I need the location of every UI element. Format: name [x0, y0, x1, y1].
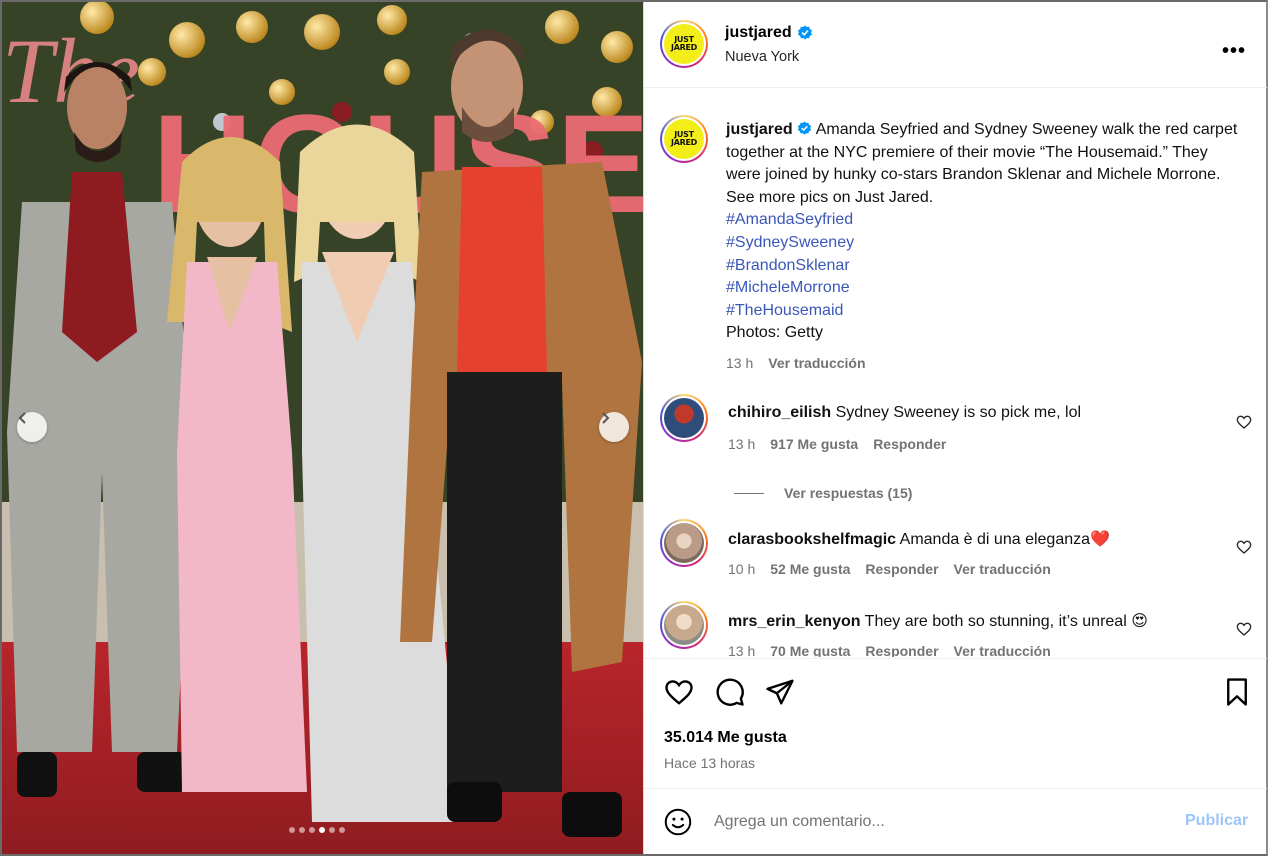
commenter-avatar[interactable] [660, 394, 708, 442]
view-replies-button[interactable]: Ver respuestas (15) [734, 485, 912, 501]
save-bookmark-icon[interactable] [1222, 677, 1252, 707]
comment-meta: 13 h 917 Me gusta Responder [728, 436, 946, 452]
post-photo[interactable]: The HOUSE [2, 2, 643, 854]
justjared-logo: JUST JARED [664, 119, 704, 159]
slide-dot [299, 827, 305, 833]
comment-time[interactable]: 13 h [728, 436, 755, 452]
like-comment-heart-icon[interactable] [1236, 414, 1252, 430]
photo-illustration: The HOUSE [2, 2, 643, 854]
post-location[interactable]: Nueva York [725, 49, 799, 65]
comment-meta: 10 h 52 Me gusta Responder Ver traducció… [728, 561, 1051, 577]
comment-likes[interactable]: 917 Me gusta [770, 436, 858, 452]
previous-slide-button[interactable] [17, 412, 47, 442]
post-header: JUST JARED justjared Nueva York ••• [644, 2, 1267, 88]
author-username[interactable]: justjared [725, 24, 792, 42]
slide-dot [329, 827, 335, 833]
justjared-logo: JUST JARED [664, 24, 704, 64]
divider-line [734, 492, 764, 494]
chevron-left-icon [18, 412, 26, 424]
commenter-username[interactable]: mrs_erin_kenyon [728, 613, 861, 630]
author-avatar[interactable]: JUST JARED [660, 20, 708, 68]
next-slide-button[interactable] [599, 412, 629, 442]
translate-button[interactable]: Ver traducción [954, 561, 1051, 577]
hashtag-link[interactable]: #SydneySweeney [726, 232, 1246, 255]
author-username-row[interactable]: justjared [725, 24, 813, 42]
slide-dot-active [319, 827, 325, 833]
chevron-right-icon [602, 412, 610, 424]
post-details-panel: JUST JARED justjared Nueva York ••• JUST J… [643, 2, 1267, 854]
reply-button[interactable]: Responder [865, 643, 938, 657]
slide-dot [309, 827, 315, 833]
commenter-username[interactable]: clarasbookshelfmagic [728, 531, 896, 548]
reply-button[interactable]: Responder [873, 436, 946, 452]
caption-username[interactable]: justjared [726, 121, 793, 138]
like-count[interactable]: 35.014 Me gusta [664, 729, 787, 747]
avatar-image [664, 398, 704, 438]
post-caption: justjared Amanda Seyfried and Sydney Swe… [726, 119, 1246, 375]
verified-badge-icon [797, 25, 812, 40]
caption-meta: 13 h Ver traducción [726, 352, 1246, 375]
comment-meta: 13 h 70 Me gusta Responder Ver traducció… [728, 643, 1051, 657]
comment-time[interactable]: 10 h [728, 561, 755, 577]
slide-indicator [289, 827, 345, 833]
hashtag-link[interactable]: #BrandonSklenar [726, 255, 1246, 278]
comment-text: mrs_erin_kenyon They are both so stunnin… [728, 613, 1148, 630]
hashtag-link[interactable]: #MicheleMorrone [726, 277, 1246, 300]
like-comment-heart-icon[interactable] [1236, 621, 1252, 637]
emoji-icon[interactable] [664, 808, 692, 836]
more-options-button[interactable]: ••• [1222, 40, 1246, 63]
slide-dot [339, 827, 345, 833]
commenter-username[interactable]: chihiro_eilish [728, 404, 831, 421]
comment-composer: Publicar [644, 788, 1267, 854]
comment-time[interactable]: 13 h [728, 643, 755, 657]
translate-button[interactable]: Ver traducción [768, 352, 865, 375]
avatar-image [664, 523, 704, 563]
avatar-image [664, 605, 704, 645]
reply-button[interactable]: Responder [865, 561, 938, 577]
comments-scroll-area[interactable]: JUST JARED justjared Amanda Seyfried and … [644, 89, 1267, 657]
commenter-avatar[interactable] [660, 519, 708, 567]
commenter-avatar[interactable] [660, 601, 708, 649]
comment-text: chihiro_eilish Sydney Sweeney is so pick… [728, 404, 1082, 421]
share-send-icon[interactable] [765, 677, 795, 707]
comment-text: clarasbookshelfmagic Amanda è di una ele… [728, 531, 1110, 548]
comment-input[interactable] [714, 809, 1154, 835]
photo-credit: Photos: Getty [726, 324, 823, 342]
verified-badge-icon [798, 121, 812, 135]
like-heart-icon[interactable] [664, 677, 694, 707]
hashtag-link[interactable]: #AmandaSeyfried [726, 209, 1246, 232]
hashtag-link[interactable]: #TheHousemaid [726, 300, 1246, 323]
translate-button[interactable]: Ver traducción [954, 643, 1051, 657]
caption-time[interactable]: 13 h [726, 352, 753, 375]
caption-author-avatar[interactable]: JUST JARED [660, 115, 708, 163]
comment-likes[interactable]: 70 Me gusta [770, 643, 850, 657]
post-timestamp[interactable]: Hace 13 horas [664, 755, 755, 771]
comment-bubble-icon[interactable] [715, 677, 745, 707]
publish-button[interactable]: Publicar [1185, 812, 1248, 830]
like-comment-heart-icon[interactable] [1236, 539, 1252, 555]
post-actions: 35.014 Me gusta Hace 13 horas [644, 658, 1267, 788]
slide-dot [289, 827, 295, 833]
comment-likes[interactable]: 52 Me gusta [770, 561, 850, 577]
